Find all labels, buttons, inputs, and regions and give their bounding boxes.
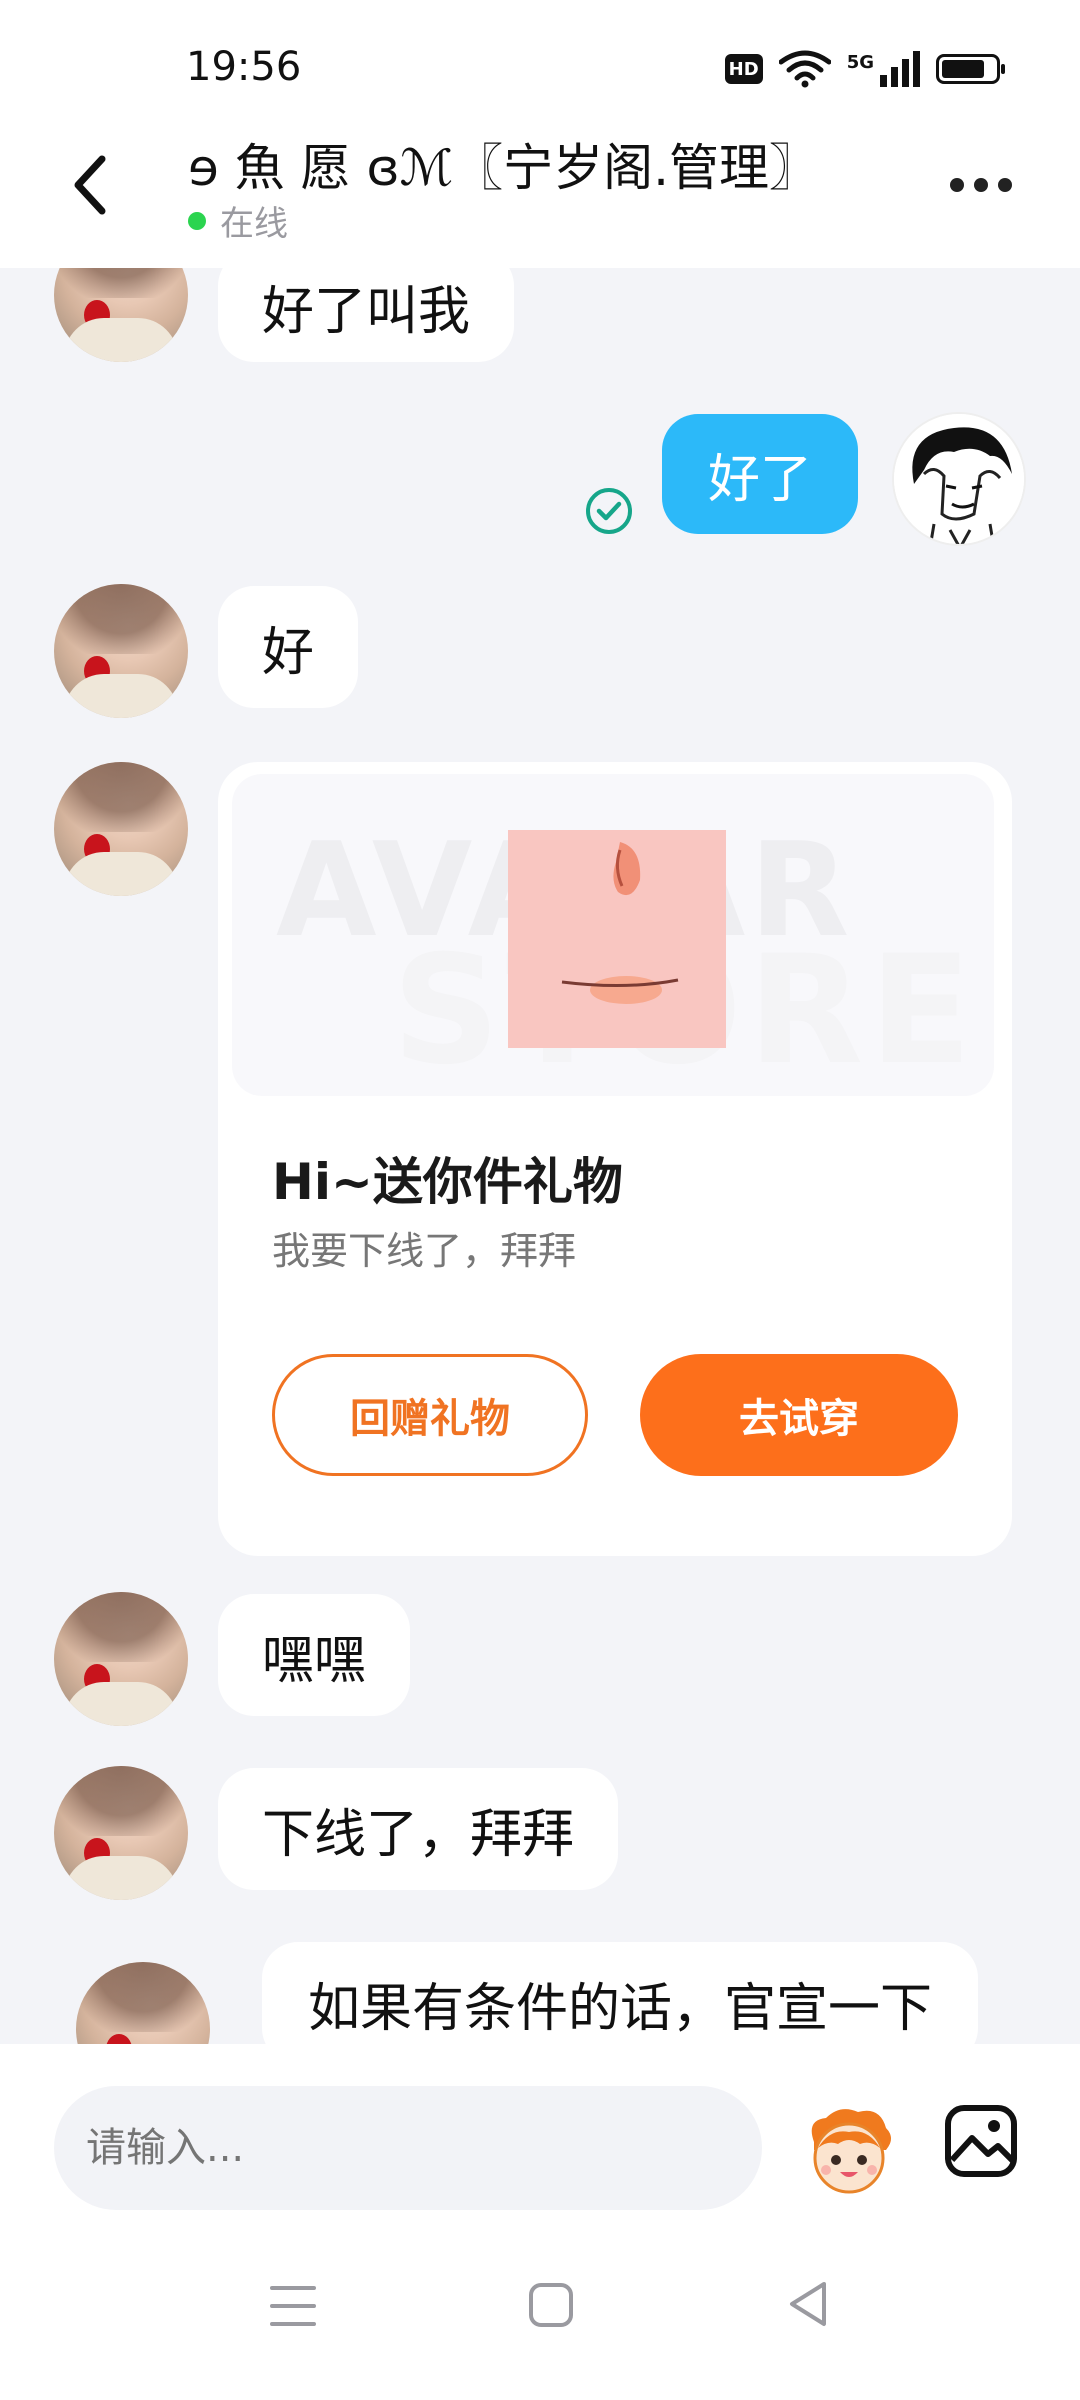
more-dot [974, 178, 988, 192]
more-button[interactable] [950, 170, 1020, 200]
chat-title: ɘ 魚 愿 ɞℳ〖宁岁阁.管理〗 [188, 139, 820, 197]
online-dot [188, 211, 206, 230]
back-button[interactable] [60, 150, 120, 220]
contact-avatar[interactable] [76, 1962, 210, 2044]
face-sticker-icon [508, 830, 726, 1048]
message-bubble[interactable]: 嘿嘿 [218, 1594, 411, 1716]
chat-messages[interactable]: 好了叫我 好了 好 AVATAR STORE [0, 268, 1080, 2044]
gift-card[interactable]: AVATAR STORE Hi~送你件礼物 我要下线了，拜拜 回赠礼物 去试穿 [218, 762, 1012, 1556]
network-type: 5G [846, 51, 874, 73]
gift-item-preview [508, 830, 726, 1048]
message-bubble[interactable]: 如果有条件的话，官宣一下 [262, 1942, 979, 2044]
gift-image[interactable]: AVATAR STORE [232, 774, 994, 1096]
system-navigation-bar [0, 2258, 1080, 2358]
input-bar [0, 2044, 1080, 2400]
contact-avatar[interactable] [54, 762, 188, 896]
status-time: 19:56 [186, 44, 302, 90]
my-avatar[interactable] [892, 412, 1026, 546]
message-bubble[interactable]: 下线了，拜拜 [218, 1768, 619, 1890]
return-gift-button[interactable]: 回赠礼物 [272, 1354, 588, 1476]
home-square-icon[interactable] [528, 2282, 574, 2328]
back-triangle-icon[interactable] [786, 2280, 830, 2328]
online-label: 在线 [220, 204, 288, 244]
wifi-icon [778, 50, 831, 88]
gift-subtitle: 我要下线了，拜拜 [272, 1229, 577, 1273]
chevron-left-icon [74, 155, 106, 215]
my-message-bubble[interactable]: 好了 [662, 414, 859, 534]
top-header: 19:56 HD 5G ɘ 魚 愿 ɞℳ〖宁岁阁.管理〗 在线 [0, 0, 1080, 268]
hd-badge: HD [724, 54, 763, 84]
anime-portrait-icon [894, 414, 1024, 544]
image-icon [945, 2105, 1017, 2177]
image-button[interactable] [944, 2104, 1018, 2178]
message-bubble[interactable]: 好 [218, 586, 359, 708]
gift-title: Hi~送你件礼物 [272, 1153, 623, 1211]
emoji-button[interactable] [800, 2102, 898, 2200]
menu-icon[interactable] [268, 2282, 318, 2330]
check-circle-icon [586, 488, 632, 534]
mascot-emoji-icon [811, 2109, 891, 2194]
message-bubble[interactable]: 好了叫我 [218, 268, 515, 362]
contact-avatar[interactable] [54, 1766, 188, 1900]
contact-avatar[interactable] [54, 268, 188, 362]
more-dot [998, 178, 1012, 192]
contact-avatar[interactable] [54, 584, 188, 718]
more-dot [950, 178, 964, 192]
try-on-button[interactable]: 去试穿 [640, 1354, 958, 1476]
signal-icon [880, 51, 920, 87]
battery-icon [936, 54, 1005, 84]
online-status: 在线 [188, 196, 288, 245]
message-input[interactable] [54, 2086, 762, 2210]
contact-avatar[interactable] [54, 1592, 188, 1726]
status-icons: HD 5G [724, 50, 1005, 88]
